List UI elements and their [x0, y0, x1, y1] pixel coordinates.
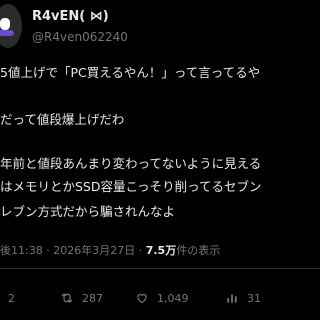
avatar-figure [0, 18, 10, 30]
repost-count: 287 [82, 291, 103, 305]
like-button[interactable]: 1,049 [135, 290, 189, 306]
repost-icon [61, 293, 73, 303]
reply-count: 2 [8, 291, 15, 305]
analytics-icon [227, 294, 237, 303]
avatar-accent [0, 30, 14, 36]
divider [0, 268, 320, 269]
post-time[interactable]: 後11:38 [0, 244, 43, 257]
post-text-line: はメモリとかSSD容量こっそり削ってるセブン [0, 179, 262, 194]
meta-separator: · [46, 244, 50, 257]
author-name[interactable]: R4vEN( ⋈) [32, 9, 109, 24]
views-button[interactable]: 31 [225, 290, 261, 306]
avatar[interactable] [0, 4, 22, 48]
repost-button[interactable]: 287 [60, 290, 103, 306]
post-text-line: レブン方式だから騙されんなよ [0, 204, 176, 219]
view-count: 7.5万 [145, 244, 177, 257]
heart-icon [137, 294, 147, 304]
author-handle[interactable]: @R4ven062240 [32, 30, 128, 44]
post-text-line: 年前と値段あんまり変わってないように見える [0, 156, 262, 171]
post-text-line: 5値上げで「PC買えるやん！」って言ってるや [0, 65, 261, 80]
like-count: 1,049 [157, 291, 189, 305]
post-meta: 後11:38 · 2026年3月27日 · 7.5万件の表示 [0, 242, 220, 258]
meta-separator: · [138, 244, 143, 257]
reply-button[interactable]: 2 [0, 290, 15, 306]
post-text-line: だって値段爆上げだわ [0, 112, 125, 127]
post-date[interactable]: 2026年3月27日 [53, 244, 135, 257]
view-count-label: 件の表示 [176, 244, 221, 257]
post: R4vEN( ⋈) @R4ven062240 5値上げで「PC買えるやん！」って… [0, 0, 320, 320]
views-count: 31 [247, 291, 261, 305]
